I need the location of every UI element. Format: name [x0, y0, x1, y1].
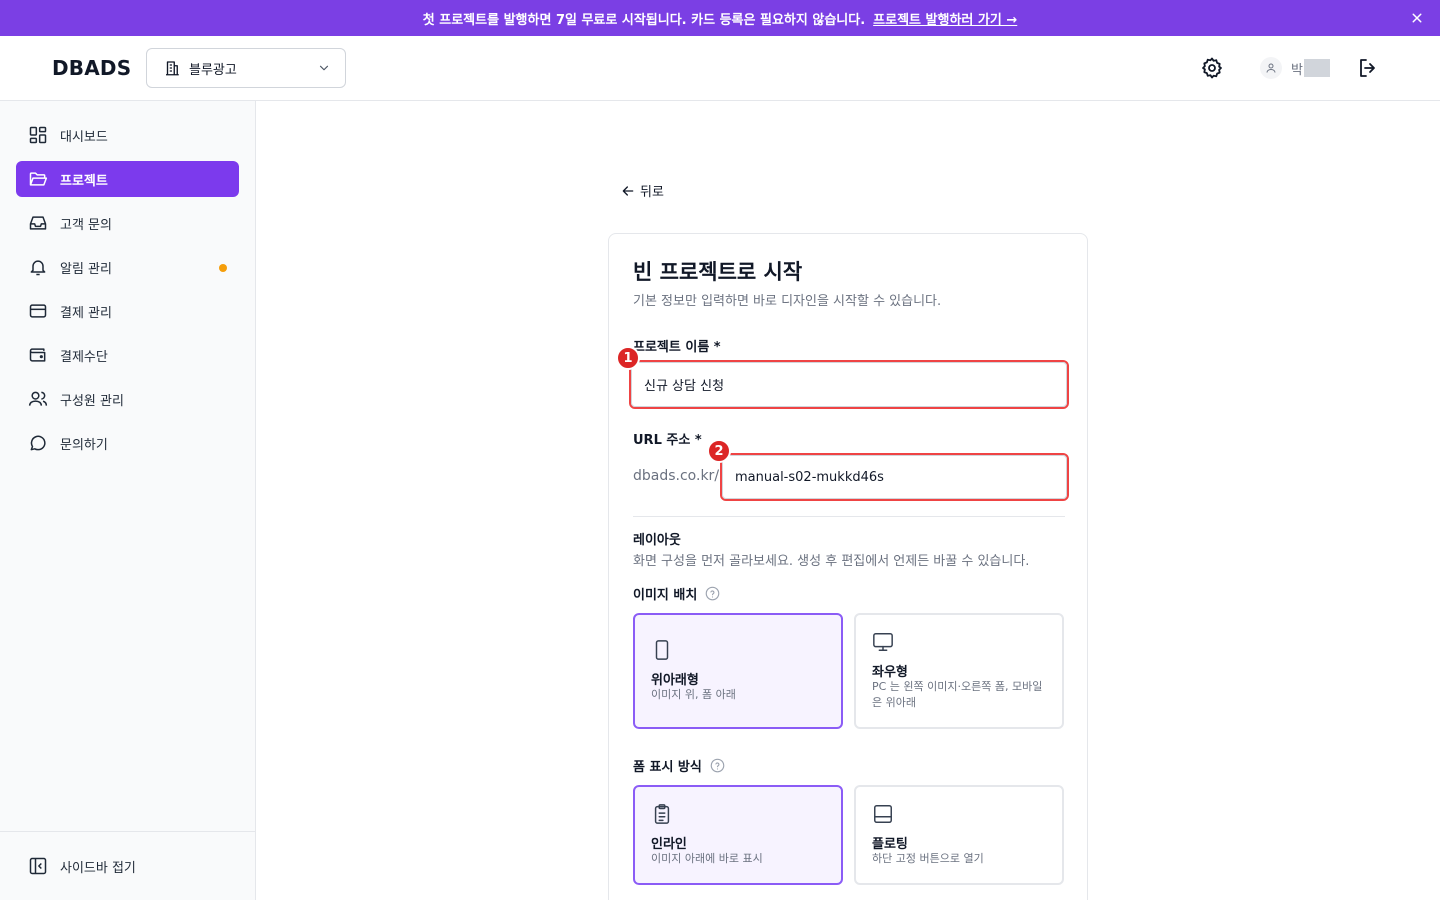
top-header: DBADS 블루광고 박 [0, 36, 1440, 101]
option-title: 인라인 [651, 837, 687, 852]
sidebar-item-projects[interactable]: 프로젝트 [16, 161, 239, 197]
option-description: 이미지 아래에 바로 표시 [651, 852, 763, 865]
logo[interactable]: DBADS [52, 56, 131, 80]
divider [633, 516, 1065, 517]
sidebar-item-label: 알림 관리 [60, 261, 112, 277]
option-title: 플로팅 [872, 837, 908, 852]
form-display-text: 폼 표시 방식 [633, 760, 702, 775]
sidebar-item-label: 결제수단 [60, 349, 108, 365]
clipboard-icon [654, 804, 670, 824]
sidebar-collapse-icon [29, 857, 47, 875]
user-menu[interactable]: 박 [1260, 56, 1330, 80]
sidebar-item-members[interactable]: 구성원 관리 [16, 381, 239, 417]
sidebar-item-billing[interactable]: 결제 관리 [16, 293, 239, 329]
url-label: URL 주소 * [633, 433, 702, 448]
user-name: 박 [1291, 62, 1303, 78]
close-icon[interactable] [1408, 9, 1426, 27]
sidebar: 대시보드 프로젝트 고객 문의 알림 관리 결제 관리 결제수단 구성원 관리 … [0, 101, 256, 900]
project-name-label: 프로젝트 이름 * [633, 340, 721, 355]
help-icon[interactable] [710, 758, 725, 773]
sidebar-item-label: 문의하기 [60, 437, 108, 453]
project-name-input[interactable] [631, 362, 1067, 407]
workspace-name: 블루광고 [189, 62, 237, 78]
announcement-banner: 첫 프로젝트를 발행하면 7일 무료로 시작됩니다. 카드 등록은 필요하지 않… [0, 0, 1440, 36]
option-description: 이미지 위, 폼 아래 [651, 688, 736, 701]
layout-description: 화면 구성을 먼저 골라보세요. 생성 후 편집에서 언제든 바꿀 수 있습니다… [633, 554, 1030, 569]
inbox-icon [29, 216, 47, 230]
panel-bottom-icon [874, 805, 892, 823]
option-description: PC 는 왼쪽 이미지·오른쪽 폼, 모바일은 위아래 [872, 680, 1043, 709]
sidebar-item-payment-methods[interactable]: 결제수단 [16, 337, 239, 373]
url-prefix: dbads.co.kr/ [633, 468, 720, 484]
sidebar-item-label: 대시보드 [60, 129, 108, 145]
settings-gear-icon[interactable] [1200, 56, 1224, 80]
option-description: 하단 고정 버튼으로 열기 [872, 852, 984, 865]
page-subtitle: 기본 정보만 입력하면 바로 디자인을 시작할 수 있습니다. [633, 294, 942, 309]
mobile-phone-icon [655, 640, 669, 660]
step-badge-2: 2 [707, 439, 731, 463]
form-display-label: 폼 표시 방식 [633, 756, 725, 775]
option-side-by-side-layout[interactable]: 좌우형 PC 는 왼쪽 이미지·오른쪽 폼, 모바일은 위아래 [854, 613, 1064, 729]
sidebar-item-label: 고객 문의 [60, 217, 112, 233]
credit-card-icon [29, 304, 47, 318]
sidebar-footer: 사이드바 접기 [0, 831, 255, 900]
users-icon [28, 391, 48, 406]
option-title: 위아래형 [651, 673, 699, 688]
workspace-selector[interactable]: 블루광고 [146, 48, 346, 88]
sidebar-item-dashboard[interactable]: 대시보드 [16, 117, 239, 153]
banner-publish-link[interactable]: 프로젝트 발행하러 가기 → [873, 9, 1017, 28]
layout-title: 레이아웃 [633, 533, 681, 548]
project-name-highlight [629, 360, 1069, 409]
sidebar-item-contact[interactable]: 문의하기 [16, 425, 239, 461]
page-title: 빈 프로젝트로 시작 [633, 260, 803, 284]
sidebar-item-label: 프로젝트 [60, 173, 108, 189]
back-label: 뒤로 [640, 185, 664, 200]
dashboard-icon [29, 126, 47, 144]
logout-icon[interactable] [1356, 56, 1380, 80]
new-project-card: 빈 프로젝트로 시작 기본 정보만 입력하면 바로 디자인을 시작할 수 있습니… [608, 233, 1088, 900]
monitor-icon [873, 633, 893, 651]
image-placement-text: 이미지 배치 [633, 588, 698, 603]
bell-icon [30, 260, 46, 276]
user-icon [1266, 63, 1276, 73]
option-title: 좌우형 [872, 665, 908, 680]
folder-icon [29, 172, 48, 186]
sidebar-item-label: 결제 관리 [60, 305, 112, 321]
arrow-left-icon [622, 185, 634, 196]
option-stacked-layout[interactable]: 위아래형 이미지 위, 폼 아래 [633, 613, 843, 729]
image-placement-label: 이미지 배치 [633, 584, 720, 603]
avatar [1260, 57, 1282, 79]
building-icon [166, 61, 179, 76]
back-button[interactable]: 뒤로 [620, 181, 664, 200]
redacted-name-block [1303, 59, 1330, 77]
option-floating-form[interactable]: 플로팅 하단 고정 버튼으로 열기 [854, 785, 1064, 885]
collapse-sidebar-button[interactable]: 사이드바 접기 [16, 848, 239, 884]
sidebar-item-inquiries[interactable]: 고객 문의 [16, 205, 239, 241]
collapse-label: 사이드바 접기 [60, 860, 136, 876]
sidebar-item-notifications[interactable]: 알림 관리 [16, 249, 239, 285]
step-badge-1: 1 [616, 346, 640, 370]
notification-dot [219, 264, 227, 272]
chat-icon [30, 435, 46, 451]
option-inline-form[interactable]: 인라인 이미지 아래에 바로 표시 [633, 785, 843, 885]
banner-text: 첫 프로젝트를 발행하면 7일 무료로 시작됩니다. 카드 등록은 필요하지 않… [422, 12, 866, 28]
url-slug-input[interactable] [722, 455, 1067, 499]
help-icon[interactable] [705, 586, 720, 601]
sidebar-item-label: 구성원 관리 [60, 393, 124, 409]
wallet-icon [29, 348, 46, 362]
url-highlight [720, 453, 1069, 501]
chevron-down-icon [319, 65, 329, 71]
